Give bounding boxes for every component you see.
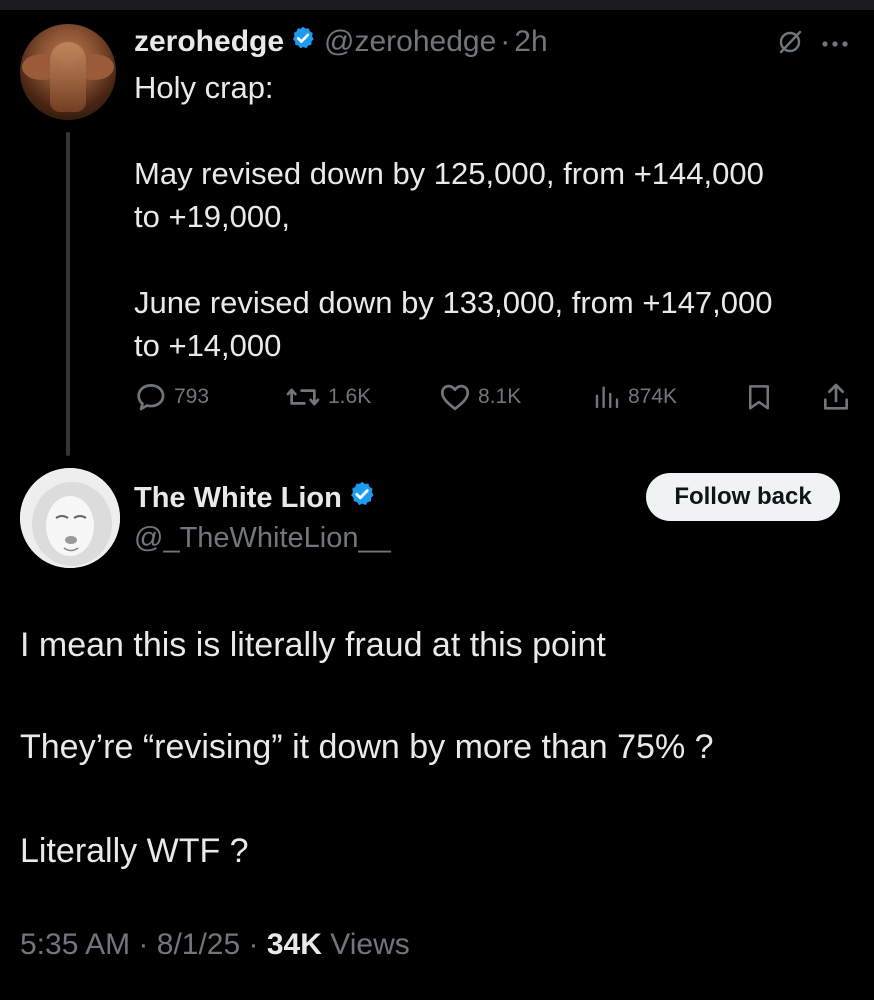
reply-header: The White Lion <box>134 478 376 518</box>
tweet-text-line-2: May revised down by 125,000, from +144,0… <box>134 156 764 191</box>
thread-line <box>66 132 70 456</box>
white-lion-avatar[interactable] <box>20 468 120 568</box>
reply-views-label: Views <box>330 928 410 961</box>
follow-back-button[interactable]: Follow back <box>646 473 840 521</box>
reply-views-count[interactable]: 34K <box>267 928 322 961</box>
tweet-header: zerohedge @zerohedge · 2h <box>134 24 548 60</box>
repost-button[interactable]: 1.6K <box>284 380 371 414</box>
reply-text-line-1: I mean this is literally fraud at this p… <box>20 626 606 664</box>
repost-icon <box>286 388 320 406</box>
reply-text-line-3: Literally WTF ? <box>20 832 249 870</box>
tweet-text-line-3: to +19,000, <box>134 199 290 234</box>
tweet-actions: 793 1.6K 8.1K 874K <box>134 380 854 420</box>
tweet-text-line-1: Holy crap: <box>134 70 274 105</box>
tweet-text-line-5: to +14,000 <box>134 328 282 363</box>
reply-icon <box>137 384 165 411</box>
reply-meta: 5:35 AM · 8/1/25 · 34K Views <box>20 928 410 962</box>
reply-time[interactable]: 5:35 AM <box>20 928 130 961</box>
reply-author-name[interactable]: The White Lion <box>134 482 342 515</box>
views-button[interactable]: 874K <box>592 380 677 414</box>
reply-date[interactable]: 8/1/25 <box>157 928 240 961</box>
zerohedge-avatar[interactable] <box>20 24 116 120</box>
reply-text-line-2: They’re “revising” it down by more than … <box>20 728 714 766</box>
share-upload-icon <box>824 383 848 410</box>
bookmark-button[interactable] <box>744 380 774 414</box>
like-count: 8.1K <box>478 385 522 408</box>
more-options-icon[interactable] <box>820 36 850 54</box>
separator-dot: · <box>248 928 259 961</box>
views-count: 874K <box>628 385 678 408</box>
bookmark-icon <box>749 385 769 410</box>
tweet-text-line-4: June revised down by 133,000, from +147,… <box>134 285 773 320</box>
verified-badge-icon <box>348 480 376 516</box>
separator-dot: · <box>500 25 511 58</box>
views-bar-chart-icon <box>595 386 619 409</box>
tweet-time[interactable]: 2h <box>514 25 547 59</box>
reply-count: 793 <box>174 385 210 408</box>
verified-badge-icon <box>290 25 316 59</box>
reply-button[interactable]: 793 <box>134 380 209 414</box>
top-bar <box>0 0 874 10</box>
heart-icon <box>440 384 470 411</box>
grok-icon[interactable] <box>776 28 804 61</box>
like-button[interactable]: 8.1K <box>438 380 521 414</box>
separator-dot: · <box>138 928 149 961</box>
author-name[interactable]: zerohedge <box>134 25 284 59</box>
share-button[interactable] <box>820 380 852 414</box>
repost-count: 1.6K <box>328 385 372 408</box>
author-handle[interactable]: @zerohedge <box>324 25 496 59</box>
reply-author-handle[interactable]: @_TheWhiteLion__ <box>134 522 391 555</box>
